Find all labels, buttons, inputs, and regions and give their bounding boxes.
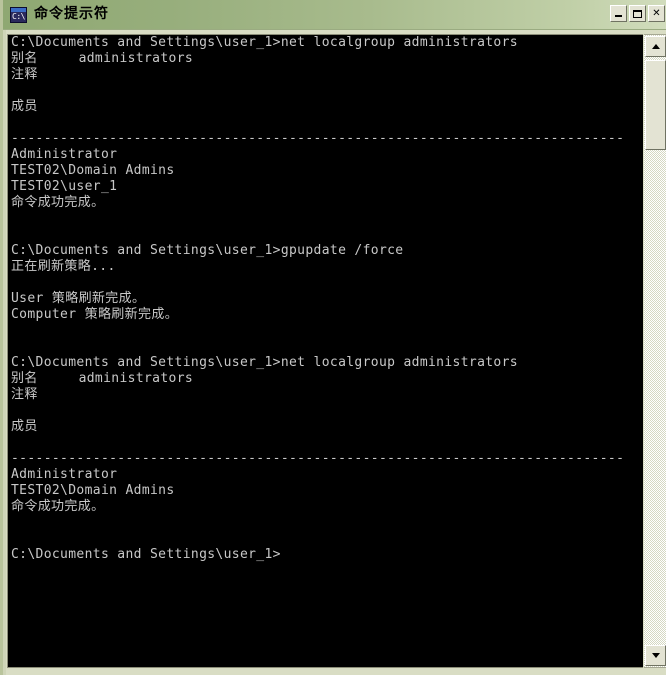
scroll-up-arrow-icon: [651, 44, 660, 49]
close-button[interactable]: ✕: [648, 5, 665, 22]
cmd-icon-text: C:\: [12, 12, 25, 21]
console-container: C:\Documents and Settings\user_1>net loc…: [3, 30, 666, 675]
window-title: 命令提示符: [34, 6, 109, 22]
minimize-icon: [611, 6, 626, 21]
window-controls: ✕: [610, 5, 665, 22]
close-icon: ✕: [652, 7, 661, 19]
maximize-icon: [630, 6, 645, 21]
console-output-area[interactable]: C:\Documents and Settings\user_1>net loc…: [7, 34, 643, 668]
console-text: C:\Documents and Settings\user_1>net loc…: [11, 35, 625, 562]
scroll-up-button[interactable]: [645, 36, 666, 57]
maximize-button[interactable]: [629, 5, 646, 22]
scrollbar-thumb[interactable]: [645, 60, 666, 150]
scroll-down-arrow-icon: [651, 653, 660, 658]
minimize-button[interactable]: [610, 5, 627, 22]
title-bar[interactable]: C:\ 命令提示符 ✕: [3, 0, 666, 30]
vertical-scrollbar[interactable]: [644, 34, 666, 668]
command-prompt-window: C:\ 命令提示符 ✕ C:\Documents and Settings\us…: [0, 0, 666, 675]
cmd-icon: C:\: [10, 7, 27, 23]
scroll-down-button[interactable]: [645, 645, 666, 666]
